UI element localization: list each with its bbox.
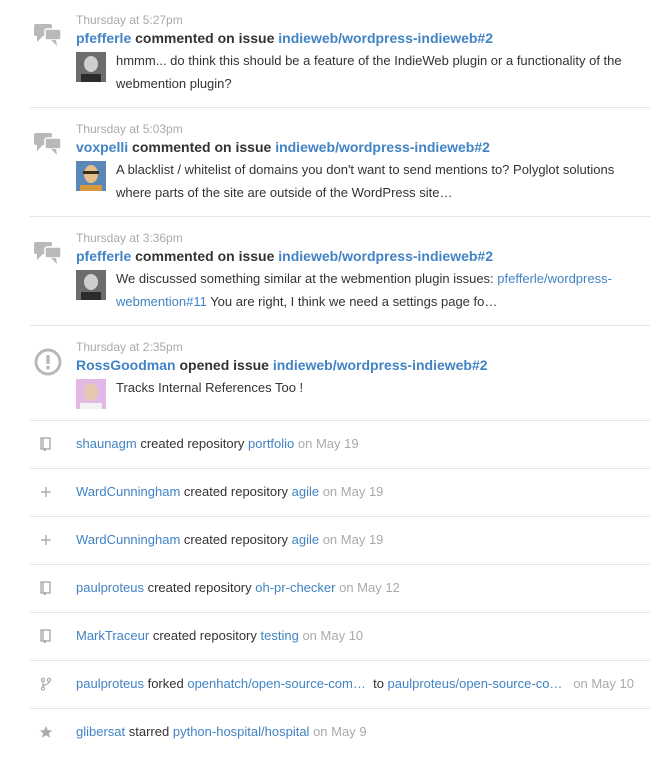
repo-icon xyxy=(40,437,51,451)
repo-link[interactable]: python-hospital/hospital xyxy=(173,724,310,739)
event-title: pfefferle commented on issue indieweb/wo… xyxy=(76,30,493,46)
user-link[interactable]: pfefferle xyxy=(76,248,131,264)
comment-discussion-icon xyxy=(34,242,62,264)
event-time: Thursday at 2:35pm xyxy=(76,340,183,354)
news-feed: Thursday at 5:27pm pfefferle commented o… xyxy=(0,0,650,749)
event-time: Thursday at 3:36pm xyxy=(76,231,183,245)
user-link[interactable]: paulproteus xyxy=(76,580,144,595)
event-date: on May 9 xyxy=(313,724,367,739)
user-link[interactable]: glibersat xyxy=(76,724,125,739)
plus-icon xyxy=(41,487,51,497)
feed-event: Thursday at 5:03pm voxpelli commented on… xyxy=(30,109,650,217)
event-action: created repository xyxy=(183,484,288,499)
user-link[interactable]: shaunagm xyxy=(76,436,137,451)
event-title: pfefferle commented on issue indieweb/wo… xyxy=(76,248,493,264)
repo-link[interactable]: agile xyxy=(292,532,319,547)
issue-title: Tracks Internal References Too ! xyxy=(116,380,304,395)
comment-discussion-icon xyxy=(34,133,62,155)
comment-text: You are right, I think we need a setting… xyxy=(206,294,498,309)
issue-link[interactable]: indieweb/wordpress-indieweb#2 xyxy=(273,357,488,373)
event-action: created repository xyxy=(147,580,252,595)
feed-event-simple: paulproteus forked openhatch/open-source… xyxy=(30,661,650,709)
feed-event: Thursday at 3:36pm pfefferle commented o… xyxy=(30,218,650,326)
feed-event-simple: glibersat starred python-hospital/hospit… xyxy=(30,709,650,757)
comment-body: A blacklist / whitelist of domains you d… xyxy=(116,162,615,200)
event-action: created repository xyxy=(152,628,257,643)
comment-discussion-icon xyxy=(34,24,62,46)
event-date: on May 19 xyxy=(322,484,384,499)
source-repo-link[interactable]: openhatch/open-source-com… xyxy=(187,676,366,691)
avatar[interactable] xyxy=(76,379,106,409)
event-action: created repository xyxy=(183,532,288,547)
event-date: on May 10 xyxy=(302,628,364,643)
fork-repo-link[interactable]: paulproteus/open-source-co… xyxy=(388,676,563,691)
event-summary: paulproteus forked openhatch/open-source… xyxy=(76,676,634,691)
feed-event: Thursday at 2:35pm RossGoodman opened is… xyxy=(30,327,650,421)
feed-event-simple: WardCunningham created repository agile … xyxy=(30,517,650,565)
feed-event-simple: paulproteus created repository oh-pr-che… xyxy=(30,565,650,613)
event-date: on May 19 xyxy=(322,532,384,547)
feed-event: Thursday at 5:27pm pfefferle commented o… xyxy=(30,0,650,108)
event-action: starred xyxy=(128,724,170,739)
event-title: RossGoodman opened issue indieweb/wordpr… xyxy=(76,357,488,373)
issue-link[interactable]: indieweb/wordpress-indieweb#2 xyxy=(278,30,493,46)
feed-event-simple: shaunagm created repository portfolio on… xyxy=(30,421,650,469)
repo-link[interactable]: oh-pr-checker xyxy=(255,580,335,595)
event-title: voxpelli commented on issue indieweb/wor… xyxy=(76,139,490,155)
event-summary: paulproteus created repository oh-pr-che… xyxy=(76,580,400,595)
comment-text: We discussed something similar at the we… xyxy=(116,271,498,286)
event-summary: WardCunningham created repository agile … xyxy=(76,484,383,499)
user-link[interactable]: pfefferle xyxy=(76,30,131,46)
user-link[interactable]: WardCunningham xyxy=(76,484,180,499)
repo-link[interactable]: testing xyxy=(261,628,299,643)
avatar[interactable] xyxy=(76,161,106,191)
repo-link[interactable]: portfolio xyxy=(248,436,294,451)
fork-to-label: to xyxy=(373,676,384,691)
issue-link[interactable]: indieweb/wordpress-indieweb#2 xyxy=(278,248,493,264)
event-time: Thursday at 5:27pm xyxy=(76,13,183,27)
user-link[interactable]: voxpelli xyxy=(76,139,128,155)
issue-link[interactable]: indieweb/wordpress-indieweb#2 xyxy=(275,139,490,155)
event-action: commented on issue xyxy=(132,139,272,155)
event-date: on May 12 xyxy=(339,580,400,595)
event-action: commented on issue xyxy=(135,30,275,46)
user-link[interactable]: WardCunningham xyxy=(76,532,180,547)
fork-icon xyxy=(40,677,52,691)
event-action: created repository xyxy=(140,436,245,451)
star-icon xyxy=(39,726,53,738)
repo-icon xyxy=(40,629,51,643)
event-action: commented on issue xyxy=(135,248,275,264)
user-link[interactable]: RossGoodman xyxy=(76,357,176,373)
avatar[interactable] xyxy=(76,270,106,300)
event-date: on May 19 xyxy=(297,436,359,451)
plus-icon xyxy=(41,535,51,545)
event-summary: shaunagm created repository portfolio on… xyxy=(76,436,359,451)
event-time: Thursday at 5:03pm xyxy=(76,122,183,136)
event-summary: MarkTraceur created repository testing o… xyxy=(76,628,363,643)
user-link[interactable]: MarkTraceur xyxy=(76,628,149,643)
repo-link[interactable]: agile xyxy=(292,484,319,499)
feed-event-simple: WardCunningham created repository agile … xyxy=(30,469,650,517)
event-summary: WardCunningham created repository agile … xyxy=(76,532,383,547)
event-action: opened issue xyxy=(179,357,269,373)
event-date: on May 10 xyxy=(573,676,634,691)
feed-event-simple: MarkTraceur created repository testing o… xyxy=(30,613,650,661)
event-summary: glibersat starred python-hospital/hospit… xyxy=(76,724,367,739)
user-link[interactable]: paulproteus xyxy=(76,676,144,691)
comment-body: We discussed something similar at the we… xyxy=(116,267,636,313)
issue-opened-icon xyxy=(34,348,62,376)
event-action: forked xyxy=(147,676,184,691)
repo-icon xyxy=(40,581,51,595)
comment-body: hmmm... do think this should be a featur… xyxy=(116,53,622,91)
avatar[interactable] xyxy=(76,52,106,82)
